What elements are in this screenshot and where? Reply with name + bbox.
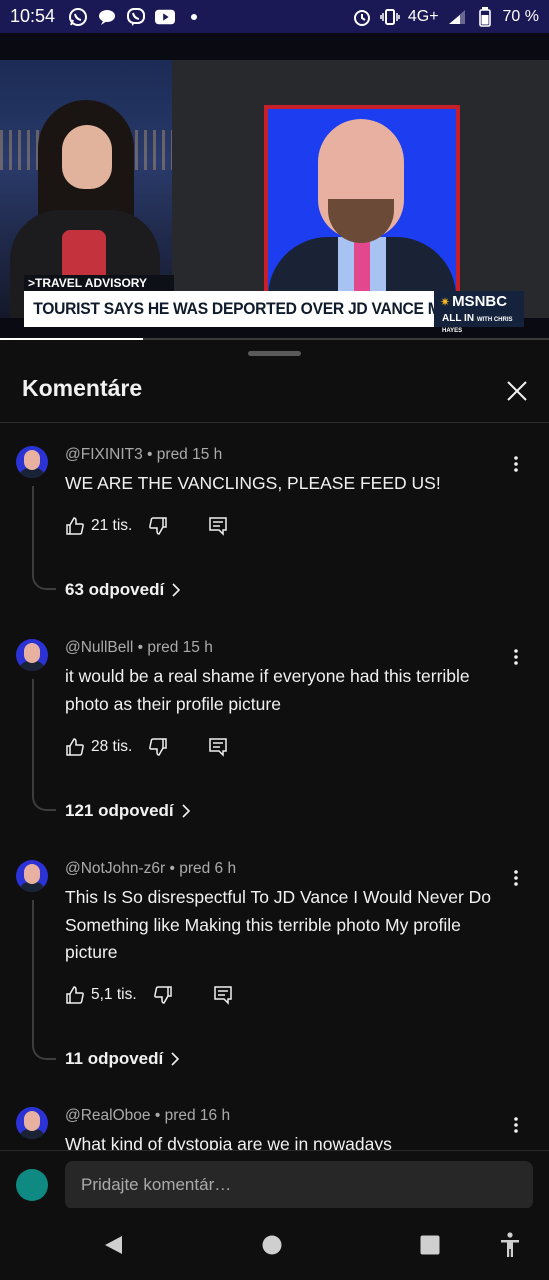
view-replies-button[interactable]: 63 odpovedí <box>65 580 181 600</box>
like-button[interactable] <box>65 985 85 1005</box>
status-bar: 10:54 4G+ 70 % <box>0 0 549 33</box>
comment-text: WE ARE THE VANCLINGS, PLEASE FEED US! <box>65 473 441 493</box>
add-comment-input[interactable]: Pridajte komentár… <box>65 1161 533 1209</box>
dislike-button[interactable] <box>148 516 168 536</box>
comment-meta[interactable]: @NullBell • pred 15 h <box>65 639 213 657</box>
back-button[interactable] <box>96 1228 130 1262</box>
replies-count: 11 odpovedí <box>65 1049 164 1068</box>
divider <box>0 422 549 423</box>
thumb-up-icon <box>66 517 84 535</box>
comment-actions: 28 tis. <box>65 735 228 759</box>
avatar[interactable] <box>16 860 48 892</box>
thumb-down-icon <box>149 517 168 535</box>
comment-text: What kind of dystopia are we in nowadays <box>65 1134 392 1151</box>
comment-text: it would be a real shame if everyone had… <box>65 666 470 714</box>
recents-icon <box>420 1235 440 1255</box>
comment-thread: @RealOboe • pred 16 h What kind of dysto… <box>0 1107 549 1151</box>
video-player[interactable]: >TRAVEL ADVISORY TOURIST SAYS HE WAS DEP… <box>0 33 549 340</box>
avatar[interactable] <box>16 639 48 671</box>
battery-icon <box>475 6 495 27</box>
like-button[interactable] <box>65 516 85 536</box>
reply-icon <box>209 517 228 536</box>
reply-icon <box>209 738 228 757</box>
chevron-right-icon <box>171 1052 180 1066</box>
home-button[interactable] <box>255 1228 289 1262</box>
whatsapp-icon <box>68 7 88 27</box>
viber-icon <box>126 7 146 27</box>
comments-panel: Komentáre @FIXINIT3 • pred 15 h WE ARE T… <box>0 340 549 1280</box>
thread-line <box>32 679 56 811</box>
headline-banner: TOURIST SAYS HE WAS DEPORTED OVER JD VAN… <box>24 291 524 334</box>
accessibility-icon <box>501 1232 519 1257</box>
comment-text: This Is So disrespectful To JD Vance I W… <box>65 887 492 962</box>
like-count: 28 tis. <box>91 738 133 755</box>
back-icon <box>105 1236 122 1254</box>
chat-bubble-icon <box>97 7 117 27</box>
comment-meta[interactable]: @NotJohn-z6r • pred 6 h <box>65 860 236 878</box>
reply-button[interactable] <box>213 985 233 1005</box>
like-count: 21 tis. <box>91 517 133 534</box>
headline-text: TOURIST SAYS HE WAS DEPORTED OVER JD VAN… <box>33 299 474 318</box>
thread-line <box>32 486 56 590</box>
chevron-right-icon <box>182 804 190 818</box>
recents-button[interactable] <box>413 1228 447 1262</box>
thread-line <box>32 900 56 1060</box>
segment-tag: >TRAVEL ADVISORY <box>24 275 174 291</box>
drag-handle[interactable] <box>248 351 301 356</box>
youtube-icon <box>155 7 176 27</box>
alarm-icon <box>352 7 372 27</box>
status-time: 10:54 <box>10 6 56 26</box>
dot-icon <box>184 7 204 27</box>
dislike-button[interactable] <box>148 737 168 757</box>
reply-button[interactable] <box>208 737 228 757</box>
dislike-button[interactable] <box>153 985 173 1005</box>
close-button[interactable] <box>498 372 536 410</box>
like-button[interactable] <box>65 737 85 757</box>
like-count: 5,1 tis. <box>91 986 137 1003</box>
thumb-down-icon <box>153 986 172 1004</box>
accessibility-button[interactable] <box>493 1228 527 1262</box>
network-logo: ✷ MSNBC ALL IN WITH CHRIS HAYES <box>434 291 524 334</box>
panel-title: Komentáre <box>22 375 143 401</box>
avatar[interactable] <box>16 1107 48 1139</box>
reply-icon <box>213 986 232 1005</box>
system-nav-bar <box>0 1208 549 1280</box>
network-type: 4G+ <box>407 7 439 25</box>
replies-count: 121 odpovedí <box>65 801 174 820</box>
comment-actions: 5,1 tis. <box>65 983 233 1007</box>
peacock-icon: ✷ <box>440 295 451 309</box>
thumb-up-icon <box>66 738 84 756</box>
vibrate-icon <box>380 7 400 27</box>
chevron-right-icon <box>172 583 181 597</box>
thumb-down-icon <box>149 738 168 756</box>
comment-meta[interactable]: @RealOboe • pred 16 h <box>65 1107 230 1125</box>
user-avatar <box>16 1169 48 1201</box>
replies-count: 63 odpovedí <box>65 580 165 599</box>
reply-button[interactable] <box>208 516 228 536</box>
home-icon <box>262 1235 282 1255</box>
close-icon <box>507 381 527 401</box>
thumb-up-icon <box>66 986 84 1004</box>
view-replies-button[interactable]: 121 odpovedí <box>65 801 190 821</box>
comment-meta[interactable]: @FIXINIT3 • pred 15 h <box>65 446 222 464</box>
signal-icon <box>447 7 467 27</box>
comment-actions: 21 tis. <box>65 514 228 538</box>
show-name: ALL IN <box>442 313 475 324</box>
avatar[interactable] <box>16 446 48 478</box>
portrait-image <box>264 105 460 302</box>
battery-level: 70 % <box>502 7 539 25</box>
view-replies-button[interactable]: 11 odpovedí <box>65 1049 180 1069</box>
